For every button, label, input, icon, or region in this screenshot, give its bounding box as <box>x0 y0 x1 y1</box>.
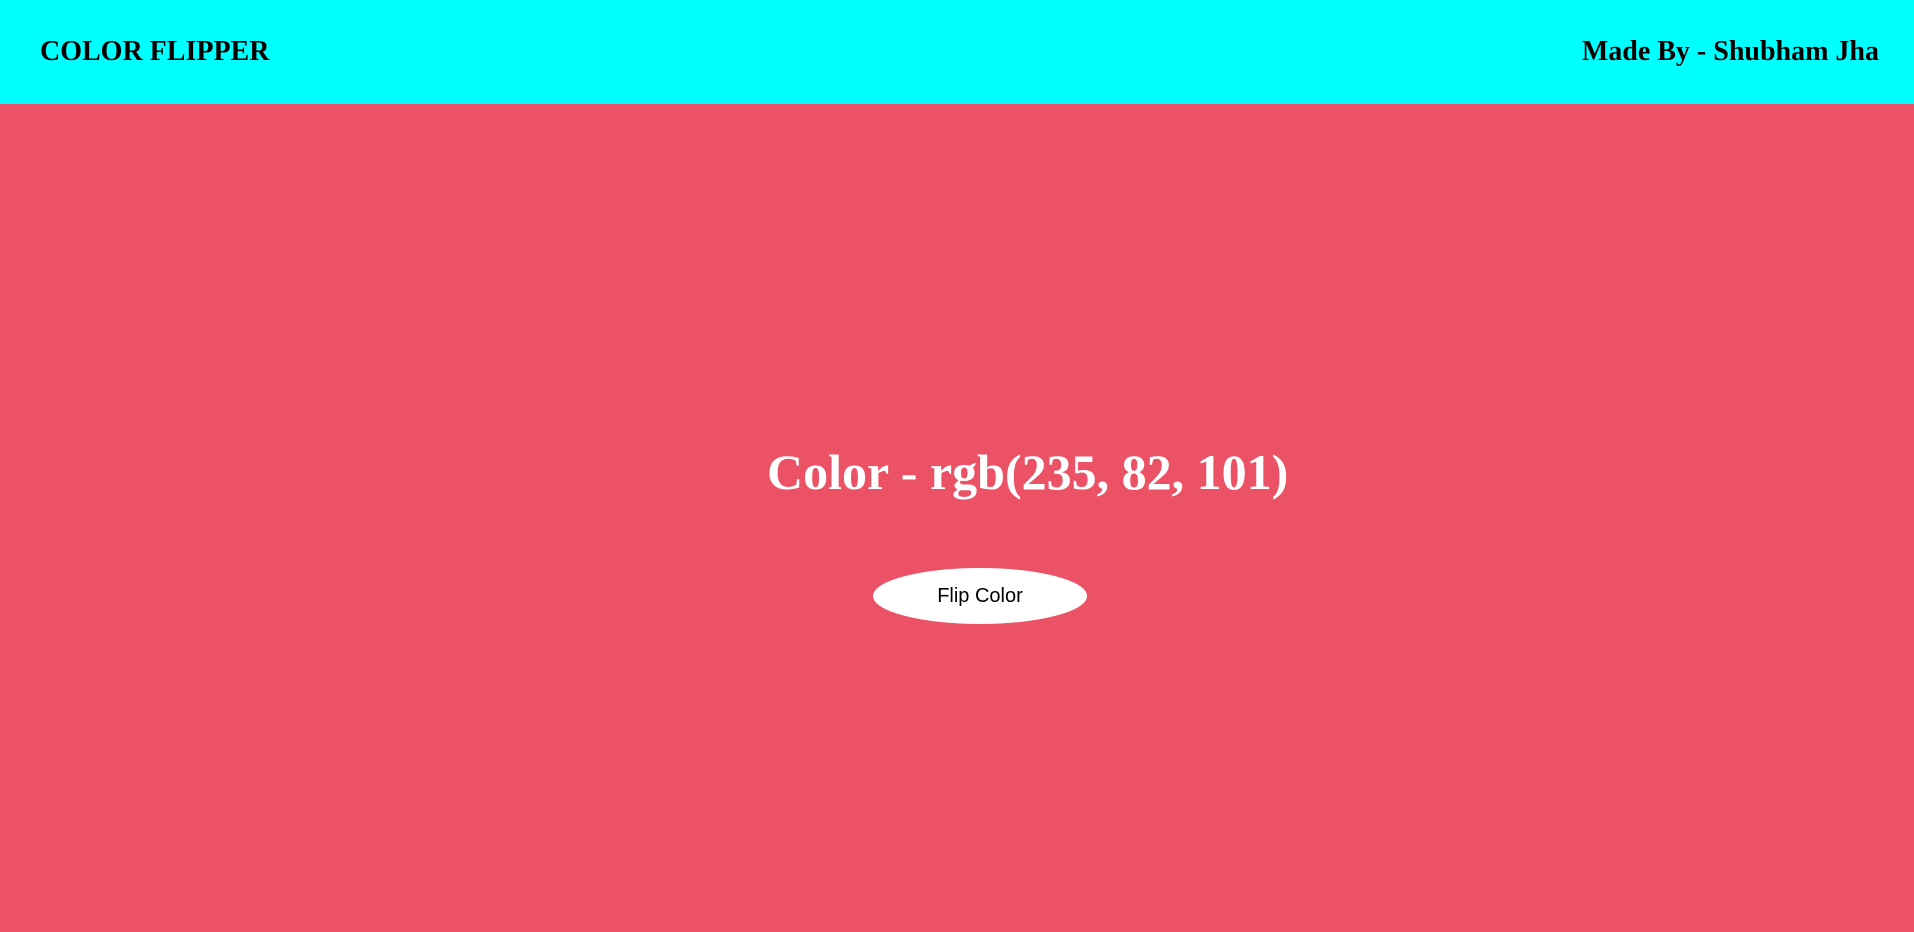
color-canvas: Color - rgb(235, 82, 101) Flip Color <box>0 104 1914 932</box>
app-title: COLOR FLIPPER <box>40 36 270 67</box>
top-navbar: COLOR FLIPPER Made By - Shubham Jha <box>0 0 1914 104</box>
flip-color-button[interactable]: Flip Color <box>873 568 1087 624</box>
color-label: Color - <box>767 444 930 500</box>
color-value: rgb(235, 82, 101) <box>929 444 1289 500</box>
color-readout: Color - rgb(235, 82, 101) <box>767 442 1288 502</box>
author-credit: Made By - Shubham Jha <box>1581 36 1879 67</box>
